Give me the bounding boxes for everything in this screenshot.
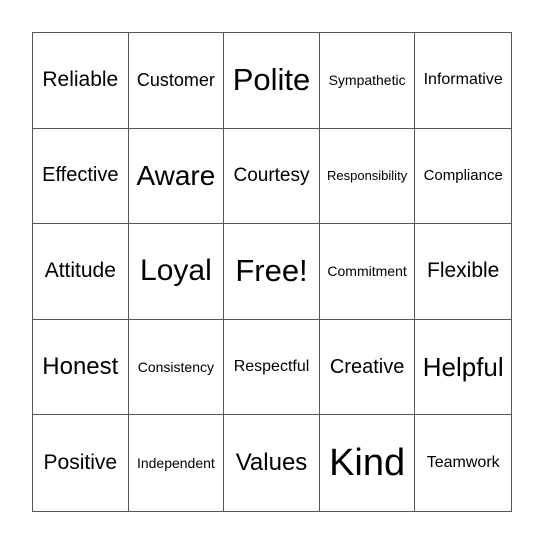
bingo-cell[interactable]: Values [224,415,320,511]
bingo-cell[interactable]: Sympathetic [319,33,416,129]
bingo-cell[interactable]: Effective [33,128,129,225]
bingo-cell[interactable]: Courtesy [224,128,320,225]
bingo-cell[interactable]: Creative [319,319,416,416]
bingo-cell[interactable]: Positive [33,415,129,511]
bingo-cell[interactable]: Flexible [415,224,511,320]
bingo-cell[interactable]: Loyal [128,224,225,320]
bingo-cell[interactable]: Kind [320,415,416,511]
bingo-cell[interactable]: Consistency [128,319,225,416]
bingo-cell[interactable]: Commitment [319,224,416,320]
bingo-cell[interactable]: Independent [129,415,225,511]
free-space-cell[interactable]: Free! [224,224,320,320]
bingo-cell[interactable]: Honest [33,319,129,416]
bingo-cell[interactable]: Respectful [224,319,320,416]
bingo-cell[interactable]: Polite [224,33,320,129]
bingo-cell[interactable]: Informative [415,33,511,129]
bingo-board: Reliable Customer Polite Sympathetic Inf… [32,32,512,512]
bingo-cell[interactable]: Attitude [33,224,129,320]
bingo-cell[interactable]: Teamwork [415,415,511,511]
bingo-cell[interactable]: Helpful [415,320,511,416]
bingo-cell[interactable]: Responsibility [319,128,416,225]
bingo-cell[interactable]: Customer [128,33,225,129]
bingo-cell[interactable]: Compliance [415,129,511,225]
bingo-cell[interactable]: Aware [128,128,225,225]
bingo-cell[interactable]: Reliable [33,33,129,129]
